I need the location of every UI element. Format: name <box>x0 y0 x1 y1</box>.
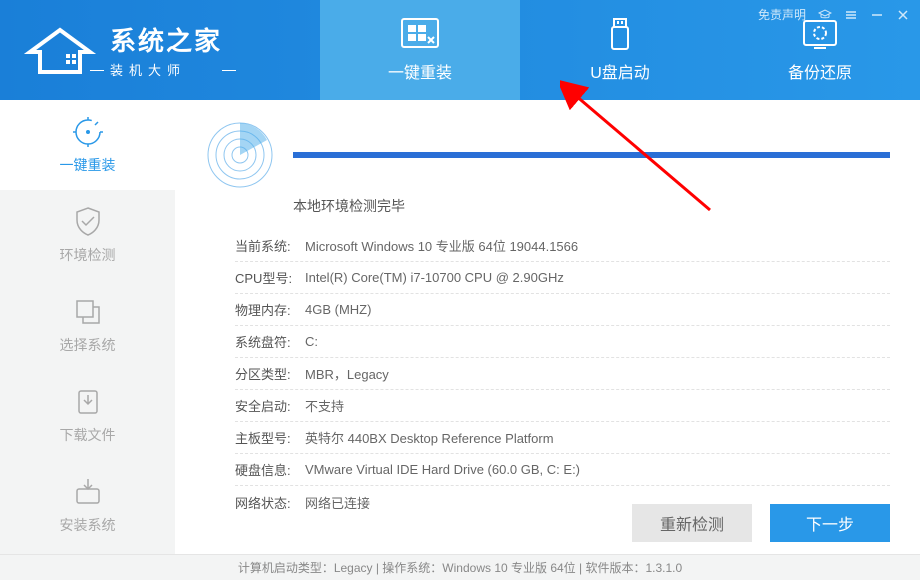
sidebar-item-label: 安装系统 <box>60 515 116 535</box>
header: 系统之家 装机大师 一键重装 U盘启动 备份还原 免责声明 <box>0 0 920 100</box>
info-key: 硬盘信息: <box>235 460 305 479</box>
info-val: 4GB (MHZ) <box>305 302 890 317</box>
info-row: 物理内存:4GB (MHZ) <box>235 294 890 326</box>
graduation-icon[interactable] <box>818 8 832 22</box>
info-key: 系统盘符: <box>235 332 305 351</box>
progress-bar <box>293 152 890 158</box>
info-key: 网络状态: <box>235 493 305 512</box>
tab-label: 备份还原 <box>788 59 852 83</box>
app-title: 系统之家 <box>110 21 222 58</box>
windows-install-icon <box>398 17 442 53</box>
tab-usb-boot[interactable]: U盘启动 <box>520 0 720 100</box>
info-row: 硬盘信息:VMware Virtual IDE Hard Drive (60.0… <box>235 454 890 486</box>
logo-area: 系统之家 装机大师 <box>0 20 320 80</box>
select-icon <box>71 295 105 329</box>
info-val: Microsoft Windows 10 专业版 64位 19044.1566 <box>305 236 890 255</box>
status-bar: 计算机启动类型：Legacy | 操作系统：Windows 10 专业版 64位… <box>0 554 920 580</box>
progress-title: 本地环境检测完毕 <box>293 196 890 216</box>
info-val: MBR，Legacy <box>305 364 890 383</box>
disclaimer-link[interactable]: 免责声明 <box>758 6 806 23</box>
download-icon <box>71 385 105 419</box>
redetect-button[interactable]: 重新检测 <box>632 504 752 542</box>
sidebar-item-env-check[interactable]: 环境检测 <box>0 190 175 280</box>
info-val: C: <box>305 334 890 349</box>
info-key: 主板型号: <box>235 428 305 447</box>
info-val: VMware Virtual IDE Hard Drive (60.0 GB, … <box>305 462 890 477</box>
info-key: 安全启动: <box>235 396 305 415</box>
close-icon[interactable] <box>896 8 910 22</box>
info-key: 物理内存: <box>235 300 305 319</box>
minimize-icon[interactable] <box>870 8 884 22</box>
shield-check-icon <box>71 205 105 239</box>
target-icon <box>71 115 105 149</box>
info-key: 当前系统: <box>235 236 305 255</box>
usb-icon <box>598 17 642 53</box>
tab-reinstall[interactable]: 一键重装 <box>320 0 520 100</box>
sidebar-item-label: 一键重装 <box>60 155 116 175</box>
info-key: CPU型号: <box>235 268 305 287</box>
main-panel: 本地环境检测完毕 当前系统:Microsoft Windows 10 专业版 6… <box>175 100 920 554</box>
sidebar-item-reinstall[interactable]: 一键重装 <box>0 100 175 190</box>
info-val: 英特尔 440BX Desktop Reference Platform <box>305 428 890 447</box>
sidebar-item-label: 选择系统 <box>60 335 116 355</box>
install-icon <box>71 475 105 509</box>
info-key: 分区类型: <box>235 364 305 383</box>
menu-icon[interactable] <box>844 8 858 22</box>
tab-label: U盘启动 <box>590 59 650 83</box>
info-row: 系统盘符:C: <box>235 326 890 358</box>
system-info-list: 当前系统:Microsoft Windows 10 专业版 64位 19044.… <box>205 230 890 518</box>
radar-icon <box>205 120 275 190</box>
sidebar-item-label: 环境检测 <box>60 245 116 265</box>
info-row: 当前系统:Microsoft Windows 10 专业版 64位 19044.… <box>235 230 890 262</box>
sidebar-item-download[interactable]: 下载文件 <box>0 370 175 460</box>
sidebar-item-install[interactable]: 安装系统 <box>0 460 175 550</box>
titlebar-controls: 免责声明 <box>758 6 910 23</box>
tab-label: 一键重装 <box>388 59 452 83</box>
info-row: CPU型号:Intel(R) Core(TM) i7-10700 CPU @ 2… <box>235 262 890 294</box>
sidebar-item-label: 下载文件 <box>60 425 116 445</box>
info-val: Intel(R) Core(TM) i7-10700 CPU @ 2.90GHz <box>305 270 890 285</box>
info-row: 安全启动:不支持 <box>235 390 890 422</box>
info-row: 分区类型:MBR，Legacy <box>235 358 890 390</box>
sidebar-item-select-system[interactable]: 选择系统 <box>0 280 175 370</box>
logo-icon <box>20 20 100 80</box>
sidebar: 一键重装 环境检测 选择系统 下载文件 安装系统 <box>0 100 175 554</box>
info-row: 主板型号:英特尔 440BX Desktop Reference Platfor… <box>235 422 890 454</box>
app-subtitle: 装机大师 <box>110 60 222 79</box>
next-button[interactable]: 下一步 <box>770 504 890 542</box>
info-val: 不支持 <box>305 396 890 415</box>
